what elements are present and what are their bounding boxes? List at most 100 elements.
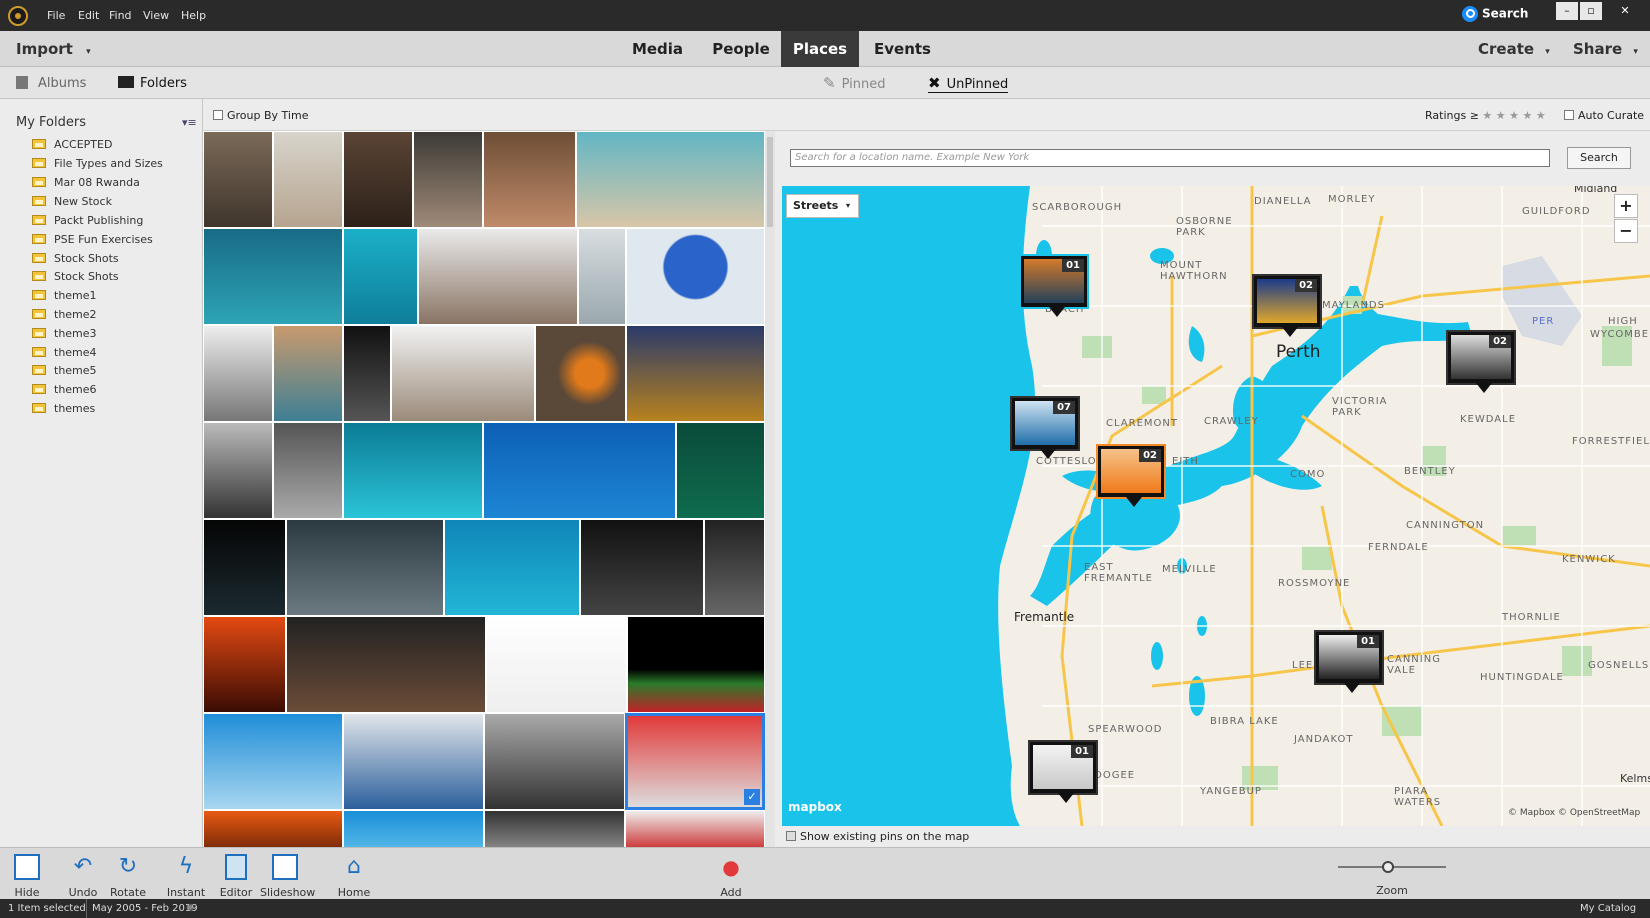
- map-photo-pin[interactable]: 02: [1446, 330, 1516, 393]
- folder-item[interactable]: theme4: [32, 343, 97, 362]
- photo-thumbnail[interactable]: [483, 422, 676, 519]
- photo-thumbnail[interactable]: [203, 616, 286, 713]
- menu-find[interactable]: Find: [109, 9, 132, 22]
- catalog-name[interactable]: My Catalog: [1580, 899, 1636, 918]
- photo-thumbnail[interactable]: [343, 325, 391, 422]
- folder-item[interactable]: themes: [32, 399, 95, 418]
- location-search-button[interactable]: Search: [1567, 147, 1631, 169]
- photo-thumbnail[interactable]: [273, 131, 343, 228]
- photo-thumbnail[interactable]: [580, 519, 704, 616]
- photo-thumbnail[interactable]: [626, 325, 765, 422]
- tab-media[interactable]: Media: [625, 31, 690, 67]
- zoom-in-button[interactable]: +: [1614, 194, 1638, 218]
- photo-thumbnail[interactable]: [203, 810, 343, 847]
- photo-thumbnail[interactable]: [203, 325, 273, 422]
- close-button[interactable]: ✕: [1610, 2, 1640, 20]
- rotate-button[interactable]: ↻ Rotate: [106, 854, 150, 899]
- photo-thumbnail[interactable]: [286, 519, 444, 616]
- photo-thumbnail[interactable]: [625, 810, 765, 847]
- folder-item[interactable]: ACCEPTED: [32, 135, 112, 154]
- map-attribution[interactable]: © Mapbox © OpenStreetMap: [1508, 808, 1640, 818]
- sort-menu-icon[interactable]: ▾≡: [182, 116, 197, 129]
- map-style-dropdown[interactable]: Streets ▾: [786, 194, 859, 218]
- folders-tab[interactable]: Folders: [118, 76, 187, 91]
- photo-thumbnail[interactable]: [343, 228, 418, 325]
- tab-events[interactable]: Events: [870, 31, 935, 67]
- import-button[interactable]: Import ▾: [16, 40, 91, 58]
- ratings-filter[interactable]: Ratings ≥ ★ ★ ★ ★ ★: [1425, 109, 1546, 122]
- map-photo-pin[interactable]: 01: [1028, 740, 1098, 803]
- photo-thumbnail[interactable]: [704, 519, 765, 616]
- folder-item[interactable]: Stock Shots: [32, 267, 119, 286]
- create-button[interactable]: Create ▾: [1478, 40, 1550, 58]
- photo-thumbnail[interactable]: [418, 228, 578, 325]
- menu-file[interactable]: File: [47, 9, 65, 22]
- menu-help[interactable]: Help: [181, 9, 206, 22]
- photo-thumbnail[interactable]: [203, 228, 343, 325]
- photo-thumbnail[interactable]: [203, 713, 343, 810]
- photo-thumbnail[interactable]: [578, 228, 626, 325]
- group-by-time-checkbox[interactable]: Group By Time: [213, 109, 308, 122]
- map-photo-pin[interactable]: 01: [1019, 254, 1089, 317]
- photo-thumbnail[interactable]: [484, 713, 625, 810]
- photo-thumbnail[interactable]: [576, 131, 765, 228]
- photo-thumbnail[interactable]: [343, 713, 484, 810]
- editor-button[interactable]: Editor: [218, 854, 254, 899]
- photo-thumbnail[interactable]: [391, 325, 535, 422]
- maximize-button[interactable]: ▫: [1580, 2, 1602, 20]
- location-search-input[interactable]: Search for a location name. Example New …: [790, 149, 1550, 167]
- tab-places[interactable]: Places: [781, 31, 859, 67]
- folder-item[interactable]: theme1: [32, 286, 97, 305]
- map-photo-pin[interactable]: 01: [1314, 630, 1384, 693]
- photo-thumbnail[interactable]: [413, 131, 483, 228]
- photo-thumbnail[interactable]: [273, 325, 343, 422]
- undo-button[interactable]: ↶ Undo: [63, 854, 103, 899]
- unpinned-tab[interactable]: ✖ UnPinned: [928, 74, 1009, 93]
- slideshow-button[interactable]: Slideshow: [260, 854, 315, 899]
- top-search-button[interactable]: Search: [1462, 6, 1542, 24]
- folder-item[interactable]: Packt Publishing: [32, 211, 143, 230]
- folder-item[interactable]: Stock Shots: [32, 249, 119, 268]
- grid-scrollbar[interactable]: [765, 131, 775, 847]
- photo-thumbnail[interactable]: [626, 228, 765, 325]
- folder-item[interactable]: theme6: [32, 380, 97, 399]
- auto-curate-checkbox[interactable]: Auto Curate: [1564, 109, 1644, 122]
- photo-thumbnail[interactable]: [444, 519, 580, 616]
- albums-tab[interactable]: Albums: [16, 76, 86, 91]
- photo-thumbnail[interactable]: [486, 616, 627, 713]
- zoom-slider-handle[interactable]: [1382, 861, 1394, 873]
- photo-thumbnail[interactable]: [203, 422, 273, 519]
- map-photo-pin[interactable]: 02: [1252, 274, 1322, 337]
- folder-item[interactable]: Mar 08 Rwanda: [32, 173, 140, 192]
- menu-edit[interactable]: Edit: [78, 9, 99, 22]
- folder-item[interactable]: theme5: [32, 361, 97, 380]
- menu-view[interactable]: View: [143, 9, 169, 22]
- minimize-button[interactable]: –: [1556, 2, 1578, 20]
- photo-thumbnail[interactable]: [535, 325, 626, 422]
- photo-thumbnail[interactable]: [343, 810, 484, 847]
- photo-thumbnail[interactable]: [203, 519, 286, 616]
- map-photo-pin[interactable]: 07: [1010, 396, 1080, 459]
- photo-thumbnail[interactable]: [273, 422, 343, 519]
- folder-item[interactable]: PSE Fun Exercises: [32, 230, 153, 249]
- photo-thumbnail[interactable]: [203, 131, 273, 228]
- photo-thumbnail[interactable]: [286, 616, 486, 713]
- zoom-out-button[interactable]: −: [1614, 219, 1638, 243]
- photo-thumbnail[interactable]: [484, 810, 625, 847]
- photo-thumbnail[interactable]: [627, 616, 765, 713]
- photo-thumbnail[interactable]: [483, 131, 576, 228]
- photo-thumbnail-selected[interactable]: ✓: [625, 713, 765, 810]
- scroll-thumb[interactable]: [767, 137, 773, 227]
- folder-item[interactable]: theme3: [32, 324, 97, 343]
- folder-item[interactable]: New Stock: [32, 192, 112, 211]
- photo-thumbnail[interactable]: [676, 422, 765, 519]
- show-pins-checkbox[interactable]: Show existing pins on the map: [786, 830, 969, 843]
- folder-item[interactable]: File Types and Sizes: [32, 154, 163, 173]
- photo-thumbnail[interactable]: [343, 422, 483, 519]
- map-view[interactable]: SCARBOROUGH DIANELLA MORLEY OSBORNE PARK…: [782, 186, 1650, 826]
- map-photo-pin[interactable]: 02: [1096, 444, 1166, 507]
- share-button[interactable]: Share ▾: [1573, 40, 1638, 58]
- tab-people[interactable]: People: [706, 31, 776, 67]
- zoom-slider[interactable]: [1338, 861, 1446, 873]
- folder-item[interactable]: theme2: [32, 305, 97, 324]
